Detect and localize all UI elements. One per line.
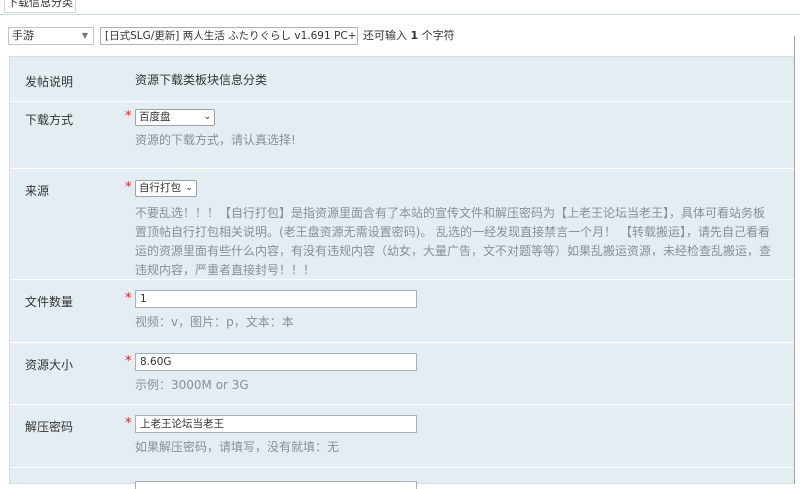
scrollbar[interactable] — [794, 36, 800, 484]
file-count-hint: 视频：v，图片：p，文本：本 — [135, 315, 294, 329]
source-select[interactable]: 自行打包 ⌄ — [135, 180, 197, 197]
source-desc-line: 置顶帖自行打包相关说明。(老王盘资源无需设置密码)。 乱选的一经发现直接禁言一个… — [135, 225, 770, 239]
file-count-input[interactable]: 1 — [135, 290, 417, 308]
source-value: 自行打包 — [139, 182, 181, 194]
source-desc-line: 运的资源里面有些什么内容，有没有违规内容（幼女，大量广告，文不对题等等）如果乱搬… — [135, 244, 772, 258]
chevron-down-icon: ⌄ — [203, 112, 211, 122]
row-download-method: 下载方式 * 百度盘 ⌄ 资源的下载方式，请认真选择! — [10, 101, 800, 169]
download-method-label: 下载方式 — [25, 113, 74, 127]
row-next — [10, 467, 800, 489]
chevron-down-icon: ⌄ — [185, 183, 193, 193]
row-post-notes: 发帖说明 资源下载类板块信息分类 — [10, 57, 800, 102]
form-panel: 发帖说明 资源下载类板块信息分类 下载方式 * 百度盘 ⌄ 资源的下载方式，请认… — [9, 56, 800, 489]
source-label: 来源 — [25, 184, 50, 198]
row-size: 资源大小 * 8.60G 示例：3000M or 3G — [10, 342, 800, 405]
category-select-value: 手游 — [12, 29, 34, 42]
row-password: 解压密码 * 上老王论坛当老王 如果解压密码，请填写，没有就填：无 — [10, 404, 800, 468]
remaining-chars-text: 还可输入 1 个字符 — [363, 28, 455, 44]
row-source: 来源 * 自行打包 ⌄ 不要乱选！！！【自行打包】是指资源里面含有了本站的宣传文… — [10, 168, 800, 280]
category-select[interactable]: 手游 ▼ — [8, 27, 94, 45]
top-tab-bar: 下载信息分类 — [0, 0, 800, 15]
required-mark: * — [125, 416, 132, 431]
next-field-input[interactable] — [135, 481, 417, 489]
source-desc-line: 违规内容，严重者直接封号！！！ — [135, 263, 316, 277]
password-hint: 如果解压密码，请填写，没有就填：无 — [135, 440, 340, 454]
required-mark: * — [125, 354, 132, 369]
chevron-down-icon: ▼ — [81, 31, 88, 40]
download-method-select[interactable]: 百度盘 ⌄ — [135, 109, 215, 126]
title-input[interactable]: [日式SLG/更新] 两人生活 ふたりぐらし v1.691 PC+安卓 — [100, 27, 358, 45]
subject-row: 手游 ▼ [日式SLG/更新] 两人生活 ふたりぐらし v1.691 PC+安卓… — [0, 27, 800, 47]
size-input[interactable]: 8.60G — [135, 353, 417, 371]
post-notes-label: 发帖说明 — [25, 75, 74, 89]
row-file-count: 文件数量 * 1 视频：v，图片：p，文本：本 — [10, 279, 800, 343]
source-desc-line: 不要乱选！！！【自行打包】是指资源里面含有了本站的宣传文件和解压密码为【上老王论… — [135, 206, 766, 220]
download-method-hint: 资源的下载方式，请认真选择! — [135, 133, 296, 147]
remain-suffix: 个字符 — [421, 29, 455, 42]
password-input[interactable]: 上老王论坛当老王 — [135, 415, 417, 433]
required-mark: * — [125, 109, 132, 124]
source-description: 不要乱选！！！【自行打包】是指资源里面含有了本站的宣传文件和解压密码为【上老王论… — [135, 204, 800, 280]
remain-count: 1 — [410, 29, 419, 42]
file-count-label: 文件数量 — [25, 295, 74, 309]
size-hint: 示例：3000M or 3G — [135, 378, 249, 392]
password-label: 解压密码 — [25, 420, 74, 434]
remain-prefix: 还可输入 — [363, 29, 407, 42]
size-label: 资源大小 — [25, 358, 74, 372]
tab-download-category[interactable]: 下载信息分类 — [4, 0, 76, 13]
download-method-value: 百度盘 — [139, 111, 171, 123]
required-mark: * — [125, 291, 132, 306]
post-notes-value: 资源下载类板块信息分类 — [135, 73, 268, 87]
required-mark: * — [125, 180, 132, 195]
